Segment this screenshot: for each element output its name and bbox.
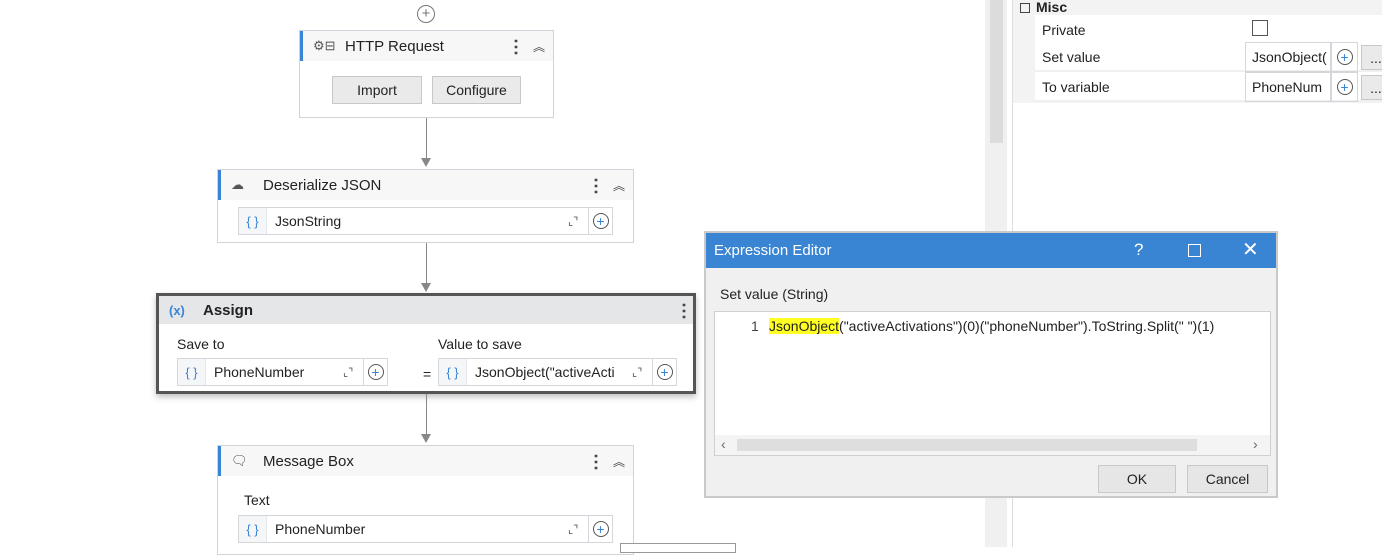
expand-icon[interactable]: ⌞⌝: [632, 366, 652, 379]
property-row-set-value: Set value JsonObject( + ...: [1035, 42, 1382, 72]
property-row-private: Private: [1035, 15, 1382, 45]
close-button[interactable]: ✕: [1242, 237, 1259, 262]
save-to-label: Save to: [177, 336, 225, 352]
cancel-button[interactable]: Cancel: [1187, 465, 1268, 493]
to-variable-more-button[interactable]: ...: [1361, 75, 1382, 100]
maximize-button[interactable]: [1188, 244, 1201, 257]
activity-title: Assign: [203, 301, 254, 319]
set-value-field[interactable]: JsonObject(: [1245, 42, 1331, 72]
plus-icon[interactable]: +: [656, 364, 673, 380]
equals-sign: =: [423, 366, 432, 382]
http-icon: ⚙⊟: [313, 38, 336, 53]
more-icon[interactable]: ⋯: [586, 453, 606, 469]
add-activity-icon[interactable]: +: [417, 5, 435, 23]
to-variable-field[interactable]: PhoneNum: [1245, 72, 1331, 102]
set-value-more-button[interactable]: ...: [1361, 45, 1382, 70]
message-icon: 🗨: [231, 453, 248, 468]
misc-section-header[interactable]: Misc: [1020, 0, 1067, 14]
text-field[interactable]: { } PhoneNumber ⌞⌝ +: [238, 515, 613, 543]
json-icon: ☁: [231, 177, 244, 192]
private-checkbox[interactable]: [1252, 20, 1268, 36]
code-highlight: JsonObject: [769, 318, 840, 334]
expression-icon: { }: [239, 208, 267, 234]
expression-icon: { }: [239, 516, 267, 542]
property-label: To variable: [1042, 79, 1110, 95]
collapse-section-icon[interactable]: [1020, 3, 1030, 14]
plus-icon[interactable]: +: [592, 213, 609, 229]
collapse-icon[interactable]: ︽: [613, 177, 625, 194]
plus-icon[interactable]: +: [1336, 79, 1353, 95]
plus-icon[interactable]: +: [367, 364, 384, 380]
scroll-right-icon[interactable]: ›: [1253, 436, 1258, 452]
property-row-to-variable: To variable PhoneNum + ...: [1035, 72, 1382, 102]
collapse-icon[interactable]: ︽: [533, 38, 545, 55]
plus-icon[interactable]: +: [1336, 49, 1353, 65]
expand-icon[interactable]: ⌞⌝: [568, 523, 588, 536]
expression-code-editor[interactable]: 1 JsonObject("activeActivations")(0)("ph…: [714, 311, 1271, 456]
plus-icon[interactable]: +: [592, 521, 609, 537]
more-icon[interactable]: ⋯: [506, 38, 526, 54]
save-to-field[interactable]: { } PhoneNumber ⌞⌝ +: [177, 358, 388, 386]
activity-title: Deserialize JSON: [263, 176, 382, 194]
help-button[interactable]: ?: [1134, 240, 1143, 260]
configure-button[interactable]: Configure: [432, 76, 521, 104]
value-to-save-label: Value to save: [438, 336, 522, 352]
text-label: Text: [244, 492, 270, 508]
scroll-left-icon[interactable]: ‹: [721, 436, 726, 452]
more-icon[interactable]: ⋯: [674, 302, 694, 318]
expand-icon[interactable]: ⌞⌝: [343, 366, 363, 379]
expression-label: Set value (String): [720, 286, 829, 302]
ok-button[interactable]: OK: [1098, 465, 1176, 493]
http-request-activity[interactable]: ⚙⊟ HTTP Request ⋯ ︽ Import Configure: [299, 30, 554, 118]
assign-activity[interactable]: (x) Assign ⋯ Save to Value to save { } Phon…: [156, 293, 696, 394]
expression-icon: { }: [439, 359, 467, 385]
code-text: ("activeActivations")(0)("phoneNumber").…: [839, 318, 1215, 334]
import-button[interactable]: Import: [332, 76, 422, 104]
dialog-title: Expression Editor: [714, 242, 832, 259]
expression-icon: { }: [178, 359, 206, 385]
value-to-save-field[interactable]: { } JsonObject("activeActi ⌞⌝ +: [438, 358, 677, 386]
line-number: 1: [751, 318, 759, 334]
json-string-field[interactable]: { } JsonString ⌞⌝ +: [238, 207, 613, 235]
assign-icon: (x): [169, 302, 185, 318]
property-label: Private: [1042, 22, 1086, 38]
expand-icon[interactable]: ⌞⌝: [568, 215, 588, 228]
more-icon[interactable]: ⋯: [586, 177, 606, 193]
deserialize-json-activity[interactable]: ☁ Deserialize JSON ⋯ ︽ { } JsonString ⌞⌝ +: [217, 169, 634, 243]
activity-title: Message Box: [263, 452, 354, 470]
horizontal-scrollbar[interactable]: ‹ ›: [715, 435, 1270, 455]
property-label: Set value: [1042, 49, 1101, 65]
expression-editor-dialog: Expression Editor ? ✕ Set value (String)…: [704, 231, 1278, 498]
dialog-title-bar[interactable]: Expression Editor ? ✕: [706, 233, 1276, 268]
collapse-icon[interactable]: ︽: [613, 453, 625, 470]
misc-section-title: Misc: [1036, 0, 1068, 15]
activity-title: HTTP Request: [345, 37, 444, 55]
message-box-activity[interactable]: 🗨 Message Box ⋯ ︽ Text { } PhoneNumber ⌞⌝ +: [217, 445, 634, 555]
tooltip-box: [620, 543, 736, 553]
